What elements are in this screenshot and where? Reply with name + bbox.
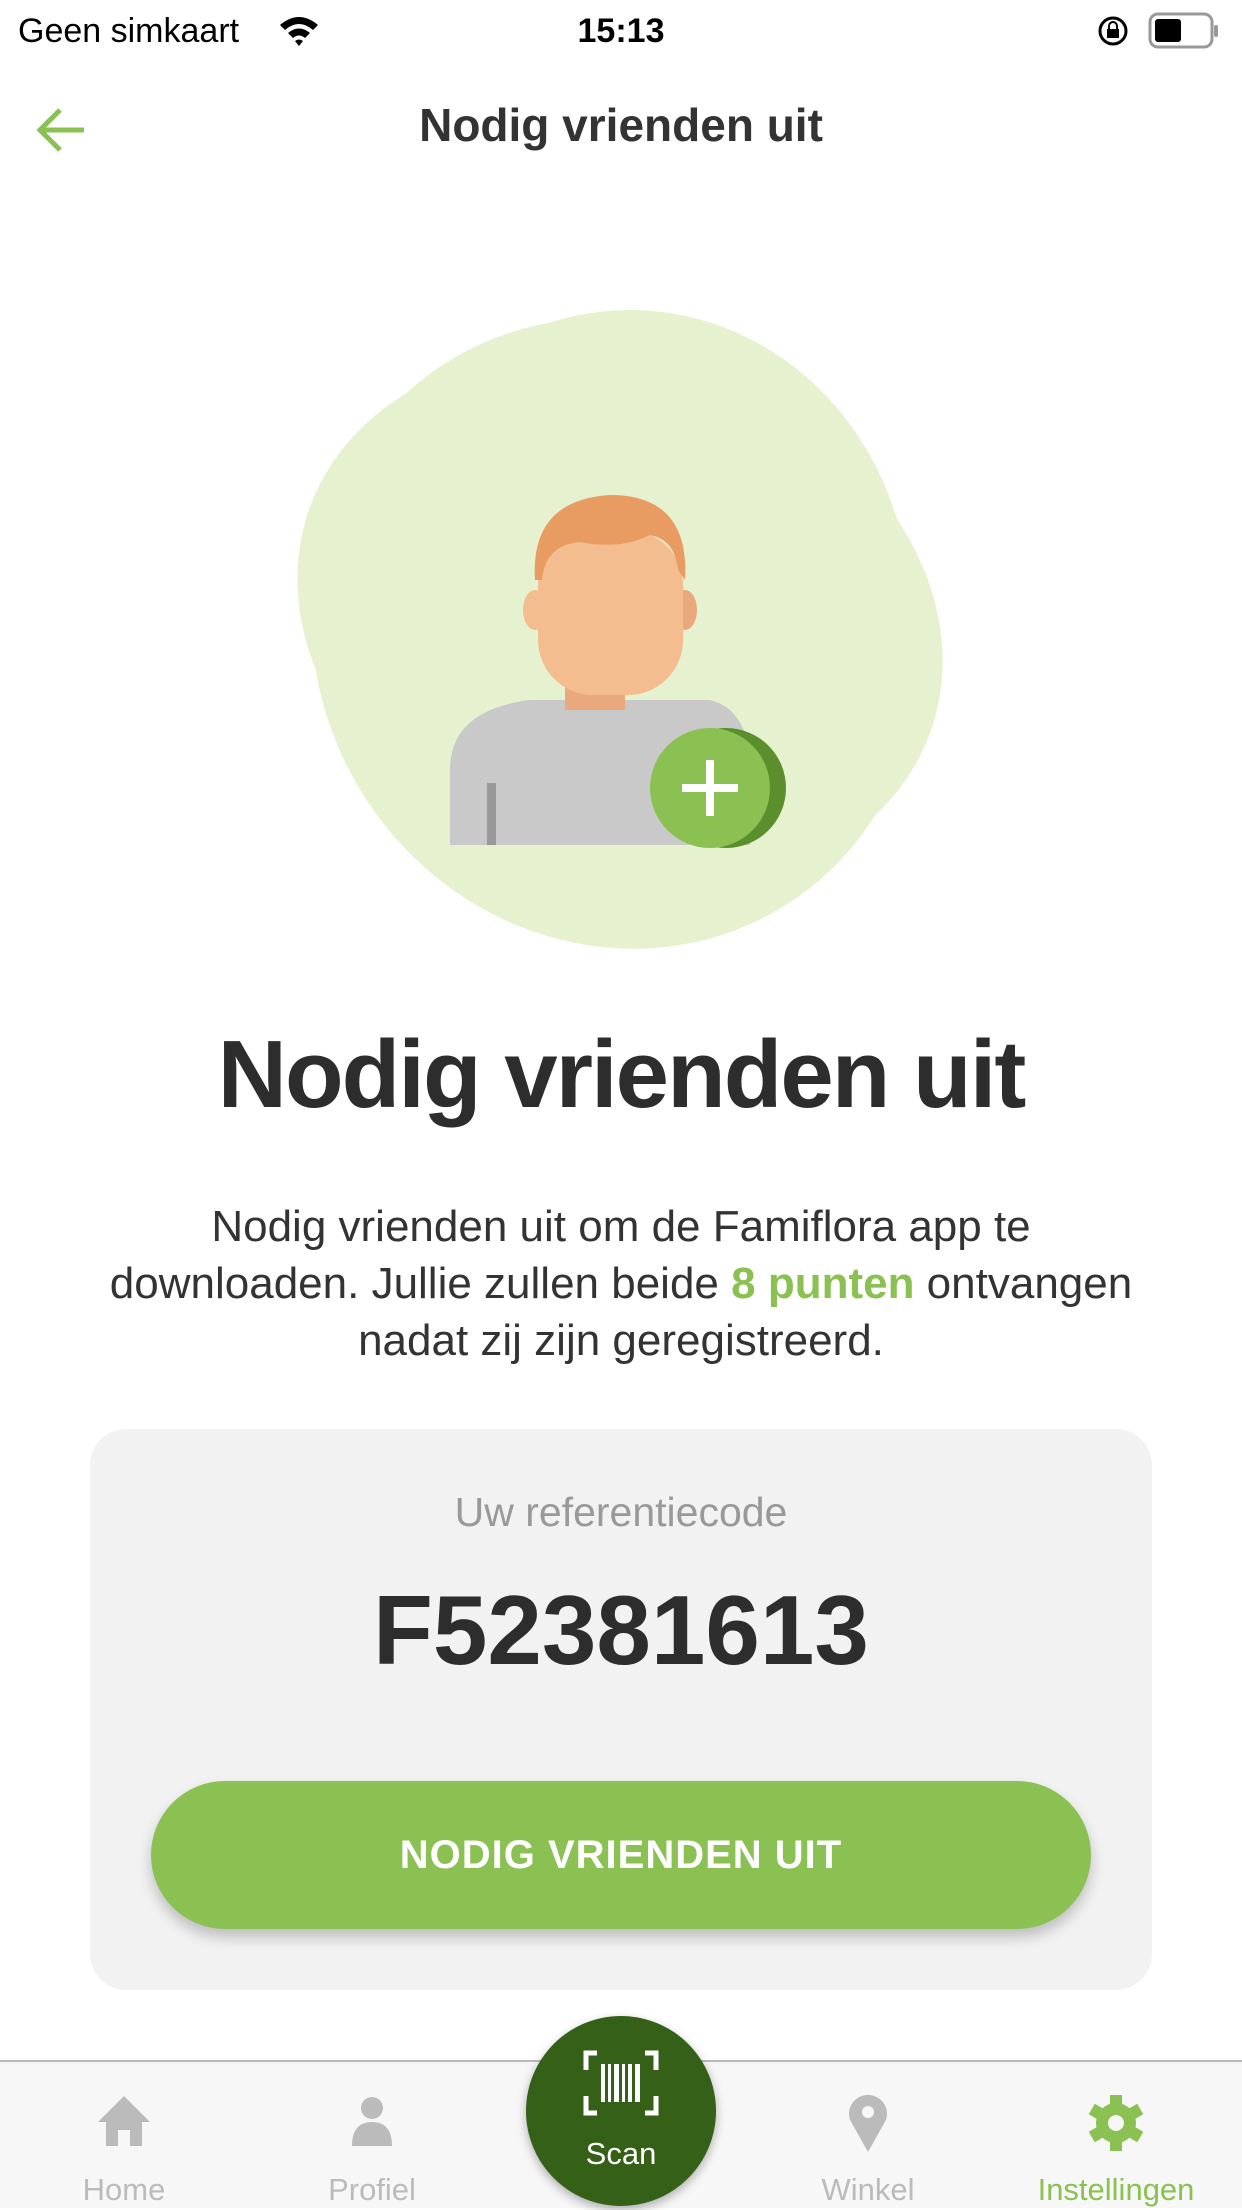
status-bar: Geen simkaart 15:13 [0, 0, 1242, 62]
tab-label: Winkel [821, 2172, 915, 2207]
tab-label: Scan [585, 2136, 657, 2171]
tab-label: Instellingen [1037, 2172, 1195, 2207]
tab-instellingen[interactable]: Instellingen [1016, 2062, 1216, 2210]
invite-friends-button[interactable]: NODIG VRIENDEN UIT [151, 1781, 1091, 1929]
invite-friend-illustration [297, 310, 943, 949]
tab-home[interactable]: Home [24, 2062, 224, 2210]
tab-label: Profiel [328, 2172, 416, 2207]
barcode-scan-icon [583, 2050, 659, 2116]
map-pin-icon [849, 2094, 887, 2152]
clock: 15:13 [577, 12, 665, 50]
referral-code: F52381613 [373, 1575, 869, 1685]
tab-scan[interactable]: Scan [526, 2016, 716, 2206]
section-heading: Nodig vrienden uit [217, 1021, 1027, 1128]
points-highlight: 8 punten [731, 1259, 915, 1308]
tab-winkel[interactable]: Winkel [768, 2062, 968, 2210]
orientation-lock-icon [1098, 16, 1128, 46]
home-icon [98, 2096, 150, 2146]
page-title: Nodig vrienden uit [419, 99, 823, 151]
battery-icon [1148, 12, 1218, 49]
referral-label: Uw referentiecode [454, 1489, 788, 1535]
person-icon [352, 2097, 392, 2146]
referral-card: Uw referentiecode F52381613 NODIG VRIEND… [90, 1429, 1152, 1990]
plus-badge-icon [650, 728, 786, 848]
description: Nodig vrienden uit om de Famiflora app t… [100, 1198, 1142, 1369]
gear-icon [1088, 2095, 1144, 2151]
tab-profiel[interactable]: Profiel [272, 2062, 472, 2210]
tab-label: Home [82, 2172, 166, 2207]
